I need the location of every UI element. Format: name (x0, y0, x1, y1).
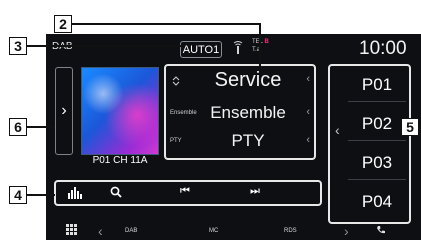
ensemble-label: Ensemble (170, 110, 197, 116)
pty-value: PTY (231, 131, 265, 150)
preset-p01[interactable]: P01 (348, 68, 406, 102)
left-panel-toggle[interactable]: › (55, 67, 73, 155)
ensemble-value: Ensemble (210, 103, 286, 122)
search-icon[interactable] (110, 186, 122, 198)
equalizer-icon[interactable] (68, 187, 82, 199)
channel-label: P01 CH 11A (92, 155, 148, 166)
previous-track-icon[interactable]: ⏮ (180, 185, 190, 198)
pty-row[interactable]: PTY PTY ‹ (166, 130, 314, 154)
preset-list: ‹ P01 P02 P03 P04 (328, 64, 411, 224)
bottom-source-bar: ‹ DAB MC RDS › (46, 220, 421, 240)
auto-seek-button[interactable]: AUTO1 (180, 41, 222, 58)
scroll-left-icon: ‹ (306, 106, 310, 118)
callout-6-leader (27, 126, 55, 128)
preset-p03[interactable]: P03 (348, 146, 406, 180)
scroll-left-icon: ‹ (306, 134, 310, 146)
bar-right-icon: › (344, 223, 349, 239)
source-tab-dab[interactable]: DAB (125, 228, 137, 234)
service-row[interactable]: Service ‹ (166, 68, 314, 92)
tel-label: TEL (252, 39, 263, 45)
callout-2-leader (72, 23, 260, 25)
control-bar: ⏮ ⏭ (54, 180, 322, 206)
service-arrows-icon (172, 76, 180, 86)
callout-2: 2 (54, 15, 72, 33)
source-tab-mc[interactable]: MC (209, 228, 218, 234)
callout-2-drop (259, 23, 261, 67)
scroll-left-icon: ‹ (306, 73, 310, 85)
album-art (81, 67, 159, 155)
callout-3: 3 (9, 37, 27, 55)
preset-p04[interactable]: P04 (348, 185, 406, 219)
grid-menu-icon[interactable] (66, 224, 77, 235)
bar-left-icon: ‹ (98, 223, 103, 239)
callout-3-leader (27, 45, 182, 47)
ensemble-row[interactable]: Ensemble Ensemble ‹ (166, 102, 314, 126)
left-chevron-icon: › (61, 102, 67, 119)
service-value: Service (214, 69, 282, 91)
callout-4: 4 (9, 186, 27, 204)
callout-5: 5 (401, 118, 419, 136)
preset-p02[interactable]: P02 (348, 107, 406, 141)
pty-label: PTY (170, 138, 182, 144)
service-info-panel: Service ‹ Ensemble Ensemble ‹ PTY PTY ‹ (164, 64, 316, 160)
top-status-bar: DAB AUTO1 TEL B T.al 10:00 (46, 34, 421, 62)
head-unit-screen: DAB AUTO1 TEL B T.al 10:00 › P01 CH 11A … (46, 34, 421, 240)
callout-4-leader (27, 194, 55, 196)
preset-collapse-icon[interactable]: ‹ (335, 122, 340, 138)
source-tab-rds[interactable]: RDS (284, 228, 297, 234)
source-label: DAB (52, 41, 73, 52)
dab-icon (233, 41, 243, 54)
phone-icon[interactable] (376, 225, 386, 235)
bluetooth-indicator: B (264, 39, 269, 45)
clock: 10:00 (359, 38, 407, 59)
callout-6: 6 (9, 118, 27, 136)
next-track-icon[interactable]: ⏭ (250, 185, 260, 198)
